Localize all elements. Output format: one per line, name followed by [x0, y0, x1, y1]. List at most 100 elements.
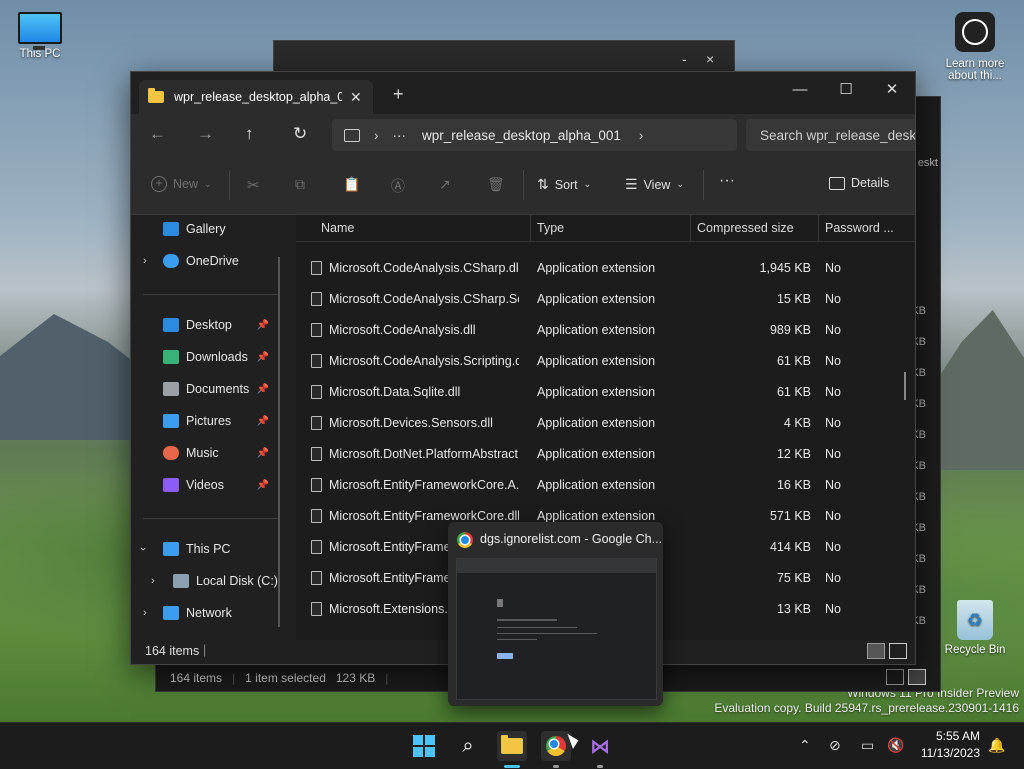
pin-icon[interactable]: 📌 — [257, 416, 269, 427]
delete-icon[interactable]: 🗑 — [487, 176, 505, 193]
sidebar-item-local-disk[interactable]: › Local Disk (C:) — [131, 567, 281, 595]
sidebar-item-desktop[interactable]: Desktop 📌 — [131, 311, 281, 339]
file-list-scrollbar[interactable] — [904, 372, 906, 400]
column-divider[interactable] — [690, 215, 691, 241]
table-row[interactable]: Microsoft.CodeAnalysis.CSharp.dll Applica… — [296, 253, 915, 284]
table-row[interactable]: Microsoft.CodeAnalysis.Scripting.dll Appl… — [296, 346, 915, 377]
sidebar-item-videos[interactable]: Videos 📌 — [131, 471, 281, 499]
desktop-icon-recycle-bin[interactable]: ♻ Recycle Bin — [939, 600, 1011, 656]
refresh-icon[interactable]: ↻ — [293, 124, 307, 144]
search-button[interactable]: ⌕ — [453, 731, 483, 761]
details-button[interactable]: Details — [829, 176, 889, 190]
file-explorer-taskbar-button[interactable] — [497, 731, 527, 761]
column-divider[interactable] — [818, 215, 819, 241]
chrome-taskbar-button[interactable] — [541, 731, 571, 761]
details-view-icon[interactable] — [867, 643, 885, 659]
thumbnail-doc-icon — [497, 599, 503, 607]
network-disconnected-icon[interactable]: ⊘ — [829, 737, 841, 754]
tab-close-icon[interactable]: ✕ — [350, 89, 362, 106]
pin-icon[interactable]: 📌 — [257, 320, 269, 331]
breadcrumb-folder[interactable]: wpr_release_desktop_alpha_001 — [422, 128, 621, 143]
minimize-button[interactable]: — — [777, 76, 823, 102]
view-toggle[interactable] — [886, 669, 926, 685]
command-bar: + New ⌄ ✂ ⧉ 📋 Ⓐ ↗ 🗑 ⇅ Sort ⌄ ☰ View ⌄ ··… — [131, 156, 915, 215]
sidebar-item-pictures[interactable]: Pictures 📌 — [131, 407, 281, 435]
new-button[interactable]: + New ⌄ — [151, 176, 212, 192]
new-tab-button[interactable]: + — [393, 84, 404, 105]
search-input[interactable]: Search wpr_release_deskt — [746, 119, 915, 151]
cut-icon[interactable]: ✂ — [247, 176, 260, 194]
table-row[interactable]: Microsoft.DotNet.PlatformAbstract... Appl… — [296, 439, 915, 470]
tiles-view-icon[interactable] — [889, 643, 907, 659]
sidebar-item-gallery[interactable]: Gallery — [131, 215, 281, 243]
minimize-button[interactable]: - — [682, 51, 687, 67]
desktop-icon-this-pc[interactable]: This PC — [4, 12, 76, 60]
forward-arrow-icon[interactable]: → — [197, 124, 214, 144]
share-icon[interactable]: ↗ — [439, 176, 451, 193]
chevron-right-icon[interactable]: › — [143, 607, 147, 619]
cell-compressed-size: 414 KB — [769, 540, 811, 554]
table-row[interactable]: Microsoft.CodeAnalysis.dll Application ex… — [296, 315, 915, 346]
sidebar-item-this-pc[interactable]: › This PC — [131, 535, 281, 563]
column-header-name[interactable]: Name — [321, 221, 354, 235]
back-arrow-icon[interactable]: ← — [149, 124, 166, 144]
notification-bell-icon[interactable]: 🔔 — [988, 737, 1005, 754]
chrome-taskbar-preview[interactable]: dgs.ignorelist.com - Google Ch... — [448, 522, 663, 706]
sidebar-item-documents[interactable]: Documents 📌 — [131, 375, 281, 403]
sort-button[interactable]: ⇅ Sort ⌄ — [537, 176, 591, 193]
sidebar-item-music[interactable]: Music 📌 — [131, 439, 281, 467]
sidebar-item-downloads[interactable]: Downloads 📌 — [131, 343, 281, 371]
show-hidden-icons-chevron-icon[interactable]: ⌃ — [799, 737, 811, 754]
volume-muted-icon[interactable]: 🔇 — [887, 737, 904, 754]
start-button[interactable] — [409, 731, 439, 761]
music-icon — [163, 446, 179, 460]
status-item-count: 164 items — [145, 644, 200, 658]
up-arrow-icon[interactable]: ↑ — [245, 124, 254, 144]
plus-icon: + — [151, 176, 167, 192]
breadcrumb-overflow[interactable]: ··· — [393, 128, 407, 143]
dll-file-icon — [311, 323, 322, 337]
chevron-down-icon[interactable]: › — [137, 547, 149, 551]
clock[interactable]: 5:55 AM 11/13/2023 — [921, 728, 980, 762]
nav-scrollbar[interactable] — [278, 257, 280, 627]
more-options-button[interactable]: ··· — [719, 172, 735, 190]
table-row[interactable]: Microsoft.Devices.Sensors.dll Application… — [296, 408, 915, 439]
column-divider[interactable] — [530, 215, 531, 241]
paste-icon[interactable]: 📋 — [343, 176, 360, 193]
tiles-view-icon[interactable] — [908, 669, 926, 685]
sidebar-item-label: Local Disk (C:) — [196, 574, 278, 588]
address-bar[interactable]: › ··· wpr_release_desktop_alpha_001 › — [332, 119, 737, 151]
breadcrumb-chevron-icon[interactable]: › — [374, 128, 379, 143]
breadcrumb-chevron-icon[interactable]: › — [639, 128, 644, 143]
pin-icon[interactable]: 📌 — [257, 448, 269, 459]
desktop-icon-learn-more[interactable]: Learn more about thi... — [939, 12, 1011, 82]
tab-folder[interactable]: wpr_release_desktop_alpha_00 ✕ — [139, 80, 373, 114]
copy-icon[interactable]: ⧉ — [295, 176, 305, 193]
column-header-compressed-size[interactable]: Compressed size — [697, 221, 794, 235]
pin-icon[interactable]: 📌 — [257, 384, 269, 395]
preview-thumbnail[interactable] — [456, 558, 657, 700]
view-button[interactable]: ☰ View ⌄ — [625, 176, 684, 193]
table-row[interactable]: Microsoft.EntityFrameworkCore.A... Applic… — [296, 470, 915, 501]
maximize-button[interactable]: ☐ — [823, 76, 869, 102]
document-icon — [163, 382, 179, 396]
close-button[interactable]: ✕ — [869, 76, 915, 102]
table-row[interactable]: Microsoft.CodeAnalysis.CSharp.Scr... Appl… — [296, 284, 915, 315]
chevron-right-icon[interactable]: › — [143, 255, 147, 267]
table-row[interactable]: Microsoft.Data.Sqlite.dll Application ext… — [296, 377, 915, 408]
cell-type: Application extension — [537, 292, 656, 306]
close-button[interactable]: × — [706, 51, 714, 67]
column-header-type[interactable]: Type — [537, 221, 564, 235]
sidebar-item-onedrive[interactable]: › OneDrive — [131, 247, 281, 275]
display-icon[interactable]: ▭ — [861, 737, 874, 754]
column-header-password[interactable]: Password ... — [825, 221, 894, 235]
pin-icon[interactable]: 📌 — [257, 352, 269, 363]
details-pane-icon — [829, 176, 845, 190]
details-view-icon[interactable] — [886, 669, 904, 685]
sidebar-item-network[interactable]: › Network — [131, 599, 281, 627]
chevron-right-icon[interactable]: › — [151, 575, 155, 587]
view-toggle[interactable] — [867, 643, 907, 659]
pin-icon[interactable]: 📌 — [257, 480, 269, 491]
visual-studio-taskbar-button[interactable]: ⋈ — [585, 731, 615, 761]
rename-icon[interactable]: Ⓐ — [391, 176, 405, 196]
